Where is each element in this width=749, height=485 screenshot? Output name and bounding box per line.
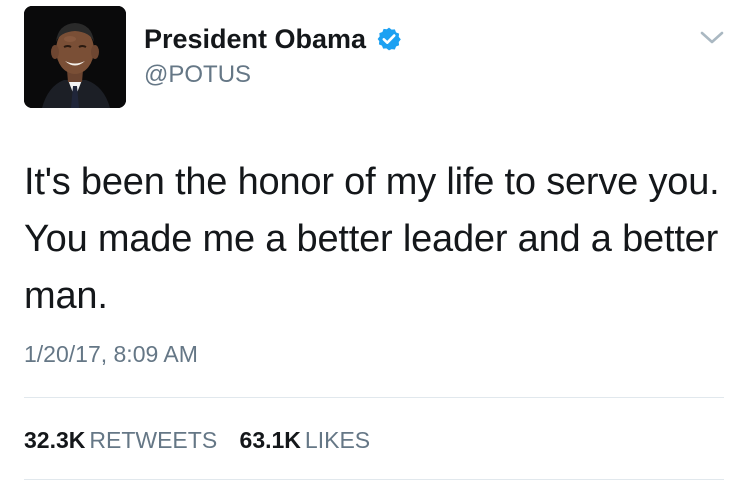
tweet-text: It's been the honor of my life to serve … — [24, 161, 720, 317]
retweets-count: 32.3K — [24, 427, 86, 453]
verified-badge-icon — [377, 27, 401, 51]
chevron-down-icon[interactable] — [699, 28, 725, 48]
retweets-stat[interactable]: 32.3K RETWEETS — [24, 427, 224, 453]
likes-count: 63.1K — [239, 427, 301, 453]
likes-label: LIKES — [304, 427, 371, 453]
avatar[interactable] — [24, 6, 126, 108]
divider — [24, 479, 724, 480]
display-name[interactable]: President Obama — [144, 24, 366, 54]
tweet-card: President Obama @POTUS It's been the hon… — [0, 0, 749, 485]
divider — [24, 397, 724, 398]
name-row: President Obama — [144, 24, 402, 54]
user-handle[interactable]: @POTUS — [144, 62, 251, 88]
tweet-timestamp[interactable]: 1/20/17, 8:09 AM — [24, 341, 198, 368]
tweet-stats: 32.3K RETWEETS 63.1K LIKES — [24, 427, 370, 454]
retweets-label: RETWEETS — [89, 427, 218, 453]
likes-stat[interactable]: 63.1K LIKES — [240, 427, 371, 453]
avatar-photo — [24, 6, 126, 108]
